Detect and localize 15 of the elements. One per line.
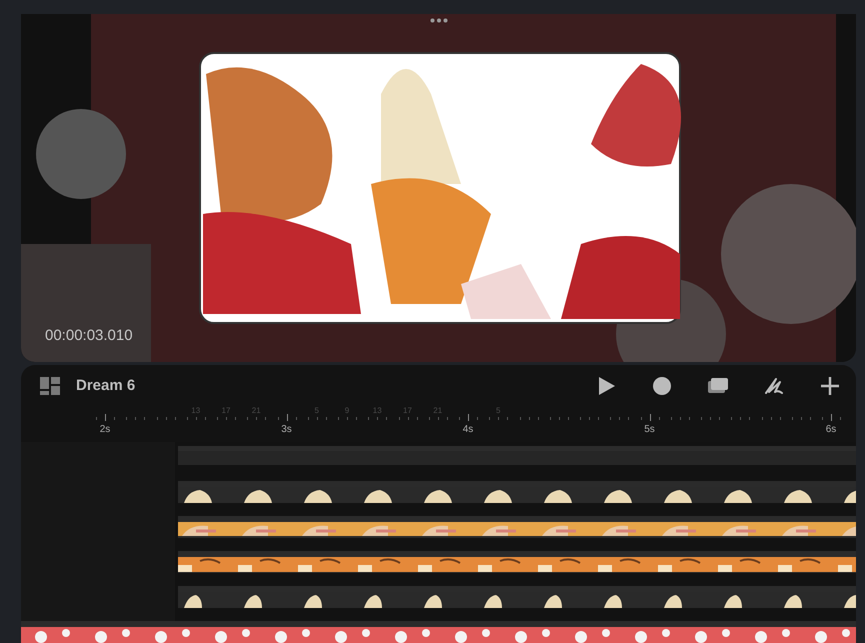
time-label: 4s (462, 424, 474, 436)
scribble-icon[interactable] (764, 376, 784, 396)
add-icon[interactable] (820, 376, 840, 396)
play-icon[interactable] (596, 376, 616, 396)
time-label: 2s (98, 424, 112, 436)
project-title: Dream 6 (76, 377, 136, 394)
time-label: 3s (280, 424, 293, 436)
more-icon[interactable] (430, 18, 448, 23)
layers-icon[interactable] (708, 376, 728, 396)
time-label: 6s (824, 424, 838, 436)
timecode: 00:00:03.010 (45, 327, 133, 344)
time-label: 5s (643, 424, 656, 436)
record-icon[interactable] (652, 376, 672, 396)
layout-icon[interactable] (40, 376, 60, 395)
track-clip[interactable] (178, 446, 856, 465)
